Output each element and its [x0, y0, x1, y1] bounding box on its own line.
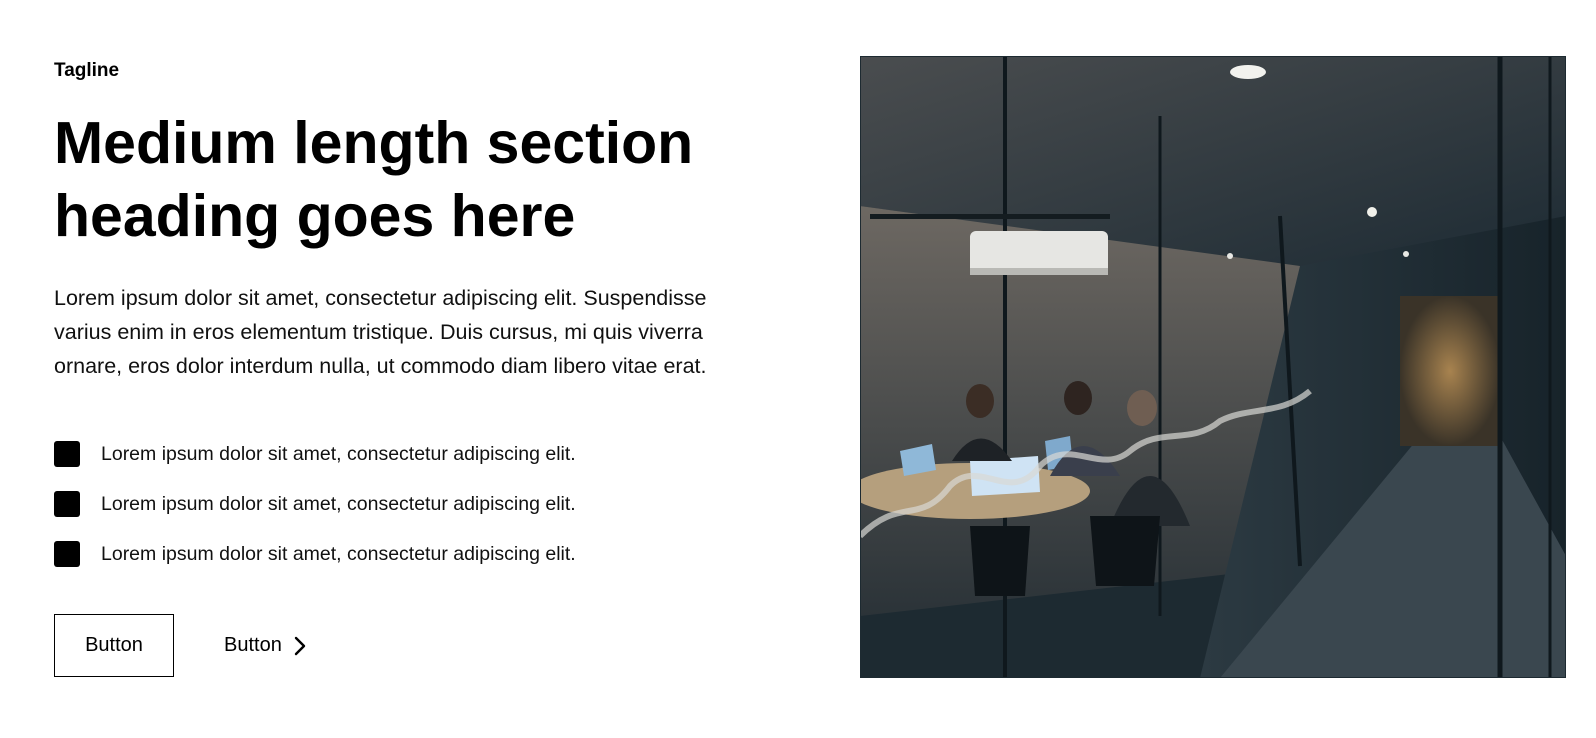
list-item-text: Lorem ipsum dolor sit amet, consectetur … — [101, 543, 576, 565]
list-item: Lorem ipsum dolor sit amet, consectetur … — [54, 479, 576, 529]
square-icon — [54, 541, 80, 567]
list-item: Lorem ipsum dolor sit amet, consectetur … — [54, 429, 576, 479]
action-row: Button Button — [54, 614, 306, 677]
list-item: Lorem ipsum dolor sit amet, consectetur … — [54, 529, 576, 579]
section-heading: Medium length section heading goes here — [54, 110, 694, 249]
list-item-text: Lorem ipsum dolor sit amet, consectetur … — [101, 493, 576, 515]
link-button[interactable]: Button — [224, 634, 306, 657]
tagline: Tagline — [54, 60, 120, 81]
list-item-text: Lorem ipsum dolor sit amet, consectetur … — [101, 443, 576, 465]
link-button-label: Button — [224, 634, 282, 656]
square-icon — [54, 491, 80, 517]
chevron-right-icon — [294, 636, 306, 656]
office-photo — [860, 56, 1566, 678]
feature-list: Lorem ipsum dolor sit amet, consectetur … — [54, 429, 576, 579]
section-description: Lorem ipsum dolor sit amet, consectetur … — [54, 286, 707, 378]
square-icon — [54, 441, 80, 467]
secondary-button[interactable]: Button — [54, 614, 174, 677]
feature-section: Tagline Medium length section heading go… — [0, 0, 1596, 738]
